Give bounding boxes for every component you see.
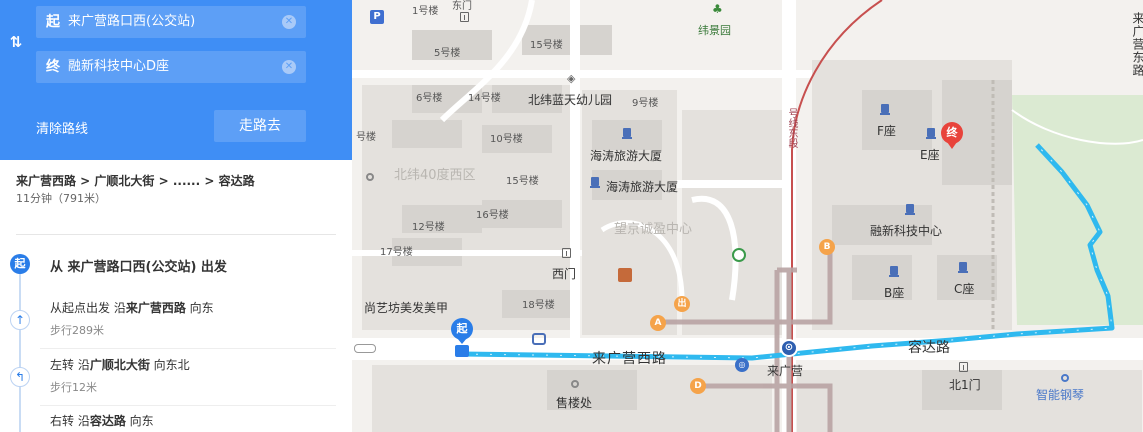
label-building-12: 12号楼 [412, 222, 445, 233]
label-north-gate-1[interactable]: 北1门 [949, 376, 981, 393]
parking-icon[interactable]: P [370, 10, 384, 24]
end-input[interactable]: 终 融新科技中心D座 ✕ [36, 51, 306, 83]
label-east-gate: 东门 [452, 1, 472, 12]
divider [40, 348, 336, 349]
label-rongda-road[interactable]: 容达路 [908, 337, 950, 357]
route-summary-time: 11分钟（791米） [16, 192, 106, 205]
gate-icon [959, 362, 968, 372]
label-shangyifang[interactable]: 尚艺坊美发美甲 [364, 299, 448, 316]
start-marker: 起 [10, 254, 30, 274]
poi-dot-icon [366, 173, 374, 181]
label-wangjing-center[interactable]: 望京诚盈中心 [614, 218, 692, 237]
divider [16, 234, 336, 235]
step-2-road: 广顺北大街 [89, 358, 150, 372]
end-pin[interactable]: 终 [941, 122, 963, 144]
bus-stop-icon [455, 345, 469, 357]
label-laiguangying-west-road[interactable]: 来广营西路 [592, 348, 667, 368]
turn-left-icon: ↰ [10, 367, 30, 387]
step-3-title[interactable]: 右转 沿容达路 向东 [50, 412, 154, 429]
label-east-road-vertical[interactable]: 来广营东路 [1130, 12, 1143, 77]
building-icon [622, 128, 632, 139]
tree-icon: ♣ [712, 2, 723, 16]
label-block-c[interactable]: C座 [954, 280, 974, 297]
step-timeline [19, 262, 21, 432]
label-rongxin-center[interactable]: 融新科技中心 [870, 222, 942, 239]
gate-icon [460, 12, 469, 22]
route-summary-path[interactable]: 来广营西路 > 广顺北大街 > ...... > 容达路 [16, 172, 255, 189]
label-building-15a: 15号楼 [530, 40, 563, 51]
label-building-partial: 号楼 [356, 132, 376, 143]
entrance-icon [732, 248, 746, 262]
step-1-title[interactable]: 从起点出发 沿来广营西路 向东 [50, 299, 214, 316]
step-3-road: 容达路 [89, 414, 126, 428]
building-icon [590, 177, 600, 188]
subway-exit-d-badge[interactable]: D [690, 378, 706, 394]
subway-exit-badge[interactable]: 出 [674, 296, 690, 312]
label-haitao-1[interactable]: 海涛旅游大厦 [590, 147, 662, 164]
label-building-6: 6号楼 [416, 93, 443, 104]
label-sales-office[interactable]: 售楼处 [556, 394, 592, 411]
clear-route-link[interactable]: 清除路线 [36, 118, 88, 137]
end-prefix: 终 [46, 59, 60, 75]
start-pin-tail [457, 338, 467, 344]
clear-start-icon[interactable]: ✕ [282, 15, 296, 29]
start-pin[interactable]: 起 [451, 318, 473, 340]
label-smart-piano[interactable]: 智能钢琴 [1036, 386, 1084, 403]
label-line-vertical: 号线东段 [786, 108, 797, 148]
label-kindergarten[interactable]: 北纬蓝天幼儿园 [528, 91, 612, 108]
step-2-title[interactable]: 左转 沿广顺北大街 向东北 [50, 356, 190, 373]
label-building-14: 14号楼 [468, 93, 501, 104]
label-block-f[interactable]: F座 [877, 122, 896, 139]
bus-icon[interactable] [532, 333, 546, 345]
label-weijingyuan[interactable]: 纬景园 [698, 22, 731, 38]
start-prefix: 起 [46, 14, 60, 30]
subway-exit-b-badge[interactable]: B [819, 239, 835, 255]
depart-text: 从 来广营路口西(公交站) 出发 [50, 260, 227, 275]
building-icon [958, 262, 968, 273]
end-value: 融新科技中心D座 [68, 59, 170, 74]
label-building-15b: 15号楼 [506, 176, 539, 187]
start-input[interactable]: 起 来广营路口西(公交站) ✕ [36, 6, 306, 38]
clear-end-icon[interactable]: ✕ [282, 60, 296, 74]
map-canvas[interactable]: 1号楼 东门 纬景园 ♣ 5号楼 15号楼 ◈ 北纬蓝天幼儿园 6号楼 14号楼… [352, 0, 1143, 432]
gate-icon [562, 248, 571, 258]
label-building-17: 17号楼 [380, 247, 413, 258]
subway-exit-a-badge[interactable]: A [650, 315, 666, 331]
building-icon [880, 104, 890, 115]
arrow-up-icon: ↑ [10, 310, 30, 330]
building-icon [905, 204, 915, 215]
walk-button[interactable]: 走路去 [214, 110, 306, 142]
label-building-1: 1号楼 [412, 6, 439, 17]
subway-station-icon[interactable]: ⊙ [780, 339, 798, 357]
label-haitao-2[interactable]: 海涛旅游大厦 [606, 178, 678, 195]
route-panel: ⇅ 起 来广营路口西(公交站) ✕ 终 融新科技中心D座 ✕ 清除路线 走路去 … [0, 0, 352, 432]
swap-arrows-icon[interactable]: ⇅ [6, 32, 26, 52]
label-block-b[interactable]: B座 [884, 284, 904, 301]
traffic-light-icon [354, 344, 376, 353]
label-building-10: 10号楼 [490, 134, 523, 145]
bus-stop-icon[interactable]: ◎ [735, 358, 749, 372]
label-beiwei-west[interactable]: 北纬40度西区 [394, 164, 476, 183]
label-laiguangying-station[interactable]: 来广营 [767, 362, 803, 379]
label-building-18: 18号楼 [522, 300, 555, 311]
label-west-gate[interactable]: 西门 [552, 265, 576, 282]
poi-dot-icon [1061, 374, 1069, 382]
landmark-icon [618, 268, 632, 282]
poi-dot-icon [571, 380, 579, 388]
label-building-9: 9号楼 [632, 98, 659, 109]
route-header: ⇅ 起 来广营路口西(公交站) ✕ 终 融新科技中心D座 ✕ 清除路线 走路去 [0, 0, 352, 160]
step-1-road: 来广营西路 [125, 301, 186, 315]
tag-icon: ◈ [567, 72, 576, 85]
label-block-e[interactable]: E座 [920, 146, 940, 163]
building-icon [889, 266, 899, 277]
building-icon [926, 128, 936, 139]
label-building-16: 16号楼 [476, 210, 509, 221]
step-1-distance: 步行289米 [50, 324, 104, 337]
divider [40, 405, 336, 406]
end-pin-tail [947, 142, 957, 149]
step-2-distance: 步行12米 [50, 381, 97, 394]
label-building-5: 5号楼 [434, 48, 461, 59]
start-value: 来广营路口西(公交站) [68, 14, 196, 29]
